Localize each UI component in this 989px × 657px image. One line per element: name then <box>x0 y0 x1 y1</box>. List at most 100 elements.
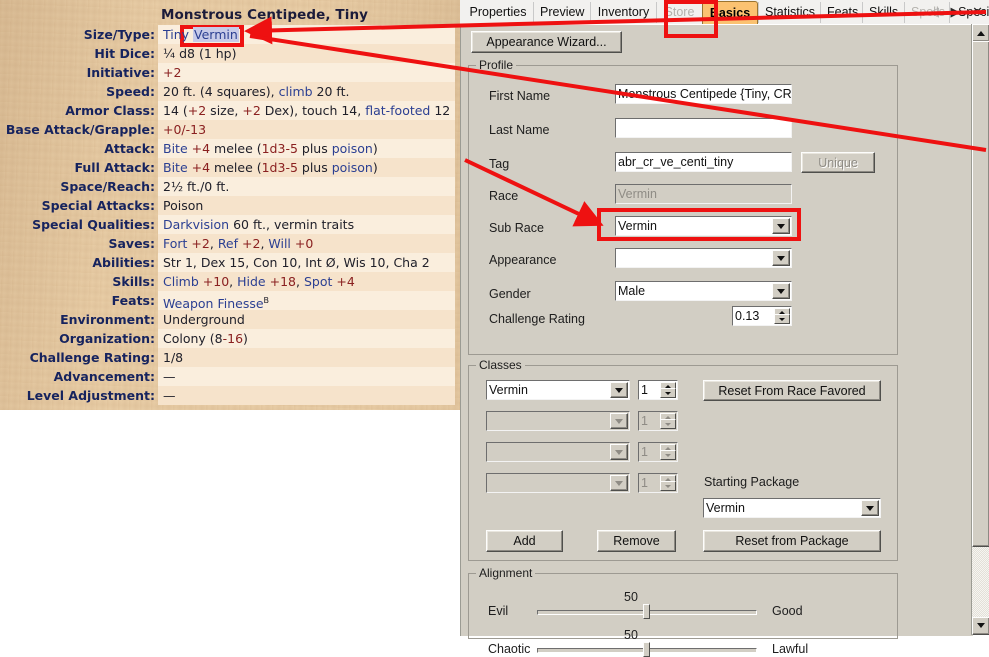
alignment-right-label-1: Good <box>772 604 803 618</box>
stat-row-label: Organization: <box>59 331 155 346</box>
stat-row-value: Colony (8-16) <box>163 331 248 346</box>
stat-row-label: Size/Type: <box>83 27 155 42</box>
creature-editor-panel: Properties Preview Inventory Store Basics Sta… <box>460 0 989 657</box>
tab-skills[interactable]: Skills <box>862 2 904 23</box>
class-combobox-1[interactable]: Vermin <box>486 380 630 400</box>
sub-race-combobox[interactable]: Vermin <box>615 216 792 236</box>
stat-row-label: Skills: <box>112 274 155 289</box>
tab-close-icon[interactable]: ✕ <box>968 2 987 22</box>
race-input: Vermin <box>615 184 792 204</box>
class-combobox-4 <box>486 473 630 493</box>
stat-row-value: Underground <box>163 312 245 327</box>
scroll-up-icon[interactable] <box>972 24 989 42</box>
remove-class-button[interactable]: Remove <box>597 530 676 552</box>
stat-row-value: 2½ ft./0 ft. <box>163 179 230 194</box>
stat-row-label: Hit Dice: <box>94 46 155 61</box>
first-name-input[interactable]: Monstrous Centipede {Tiny, CR 0.1 <box>615 84 792 104</box>
last-name-input[interactable] <box>615 118 792 138</box>
stepper-down-icon <box>660 419 676 429</box>
appearance-wizard-button[interactable]: Appearance Wizard... <box>471 31 622 53</box>
alignment-left-label-2: Chaotic <box>488 642 531 656</box>
starting-package-combobox[interactable]: Vermin <box>703 498 881 518</box>
tab-prev-icon[interactable]: ◁ <box>925 2 943 22</box>
tab-basics[interactable]: Basics <box>702 1 758 24</box>
starting-package-label: Starting Package <box>704 475 800 489</box>
stepper-down-icon[interactable] <box>660 388 676 398</box>
stat-row-label: Abilities: <box>92 255 155 270</box>
add-class-button[interactable]: Add <box>486 530 563 552</box>
stat-row-value: 1/8 <box>163 350 184 365</box>
vertical-scrollbar[interactable] <box>971 24 989 635</box>
stepper-down-icon <box>660 450 676 460</box>
reset-from-package-button[interactable]: Reset from Package <box>703 530 881 552</box>
gender-combobox[interactable]: Male <box>615 281 792 301</box>
class-level-stepper-3: 1 <box>638 442 678 462</box>
last-name-label: Last Name <box>489 123 550 137</box>
class-level-stepper-1[interactable]: 1 <box>638 380 678 400</box>
starting-package-value: Vermin <box>706 501 745 515</box>
stat-row-value: 14 (+2 size, +2 Dex), touch 14, flat-foo… <box>163 103 451 118</box>
class-level-value: 1 <box>641 476 648 490</box>
stat-row: Special Qualities: Darkvision 60 ft., ver… <box>0 215 460 234</box>
stat-row: Level Adjustment: — <box>0 386 460 405</box>
scrollbar-thumb[interactable] <box>972 41 989 547</box>
stat-row-label: Challenge Rating: <box>29 350 155 365</box>
challenge-rating-stepper[interactable]: 0.13 <box>732 306 792 326</box>
chevron-down-icon <box>610 444 628 460</box>
reset-from-race-favored-button[interactable]: Reset From Race Favored <box>703 380 881 401</box>
stat-row-value: — <box>163 369 176 384</box>
chevron-down-icon <box>610 475 628 491</box>
class-combobox-3 <box>486 442 630 462</box>
stat-row-label: Feats: <box>111 293 155 308</box>
alignment-slider-thumb-1[interactable] <box>643 604 650 619</box>
chevron-down-icon[interactable] <box>772 283 790 299</box>
stat-row: Base Attack/Grapple: +0/-13 <box>0 120 460 139</box>
creature-stat-block: Monstrous Centipede, Tiny Size/Type: Tiny… <box>0 0 460 410</box>
stat-block-rows: Size/Type: Tiny Vermin Hit Dice: ¼ d8 (1 hp… <box>0 25 460 405</box>
class-value: Vermin <box>489 383 528 397</box>
stat-row: Full Attack: Bite +4 melee (1d3-5 plus po… <box>0 158 460 177</box>
stat-row-label: Level Adjustment: <box>26 388 155 403</box>
stat-row-label: Speed: <box>106 84 155 99</box>
challenge-rating-value: 0.13 <box>735 309 760 323</box>
appearance-label: Appearance <box>489 253 557 267</box>
stat-row-label: Full Attack: <box>74 160 155 175</box>
stat-row-label: Attack: <box>104 141 155 156</box>
stat-row: Armor Class: 14 (+2 size, +2 Dex), touch … <box>0 101 460 120</box>
class-level-value: 1 <box>641 383 648 397</box>
tag-input[interactable]: abr_cr_ve_centi_tiny <box>615 152 792 172</box>
stat-row-label: Armor Class: <box>65 103 155 118</box>
tab-strip: Properties Preview Inventory Store Basics Sta… <box>460 0 989 25</box>
scroll-down-icon[interactable] <box>972 617 989 635</box>
stepper-down-icon[interactable] <box>774 314 790 324</box>
appearance-combobox[interactable] <box>615 248 792 268</box>
tab-properties[interactable]: Properties <box>463 2 533 23</box>
tab-feats[interactable]: Feats <box>820 2 862 23</box>
stat-row-value: Str 1, Dex 15, Con 10, Int Ø, Wis 10, Ch… <box>163 255 430 270</box>
race-label: Race <box>489 189 519 203</box>
tab-statistics[interactable]: Statistics <box>758 2 820 23</box>
class-combobox-2 <box>486 411 630 431</box>
chevron-down-icon[interactable] <box>772 218 790 234</box>
stat-row-value: Fort +2, Ref +2, Will +0 <box>163 236 314 251</box>
alignment-slider-thumb-2[interactable] <box>643 642 650 657</box>
unique-button[interactable]: Unique <box>801 152 875 173</box>
chevron-down-icon[interactable] <box>772 250 790 266</box>
stat-row-value: Climb +10, Hide +18, Spot +4 <box>163 274 355 289</box>
alignment-group-caption: Alignment <box>476 566 536 580</box>
stat-row: Size/Type: Tiny Vermin <box>0 25 460 44</box>
stat-row-value: Darkvision 60 ft., vermin traits <box>163 217 355 232</box>
tab-store[interactable]: Store <box>656 2 702 23</box>
class-level-stepper-2: 1 <box>638 411 678 431</box>
tab-next-icon[interactable]: ▶ <box>946 2 964 22</box>
tab-preview[interactable]: Preview <box>533 2 590 23</box>
gender-label: Gender <box>489 287 531 301</box>
chevron-down-icon[interactable] <box>861 500 879 516</box>
stat-row: Advancement: — <box>0 367 460 386</box>
tab-inventory[interactable]: Inventory <box>590 2 656 23</box>
stat-row-label: Base Attack/Grapple: <box>5 122 155 137</box>
chevron-down-icon[interactable] <box>610 382 628 398</box>
stat-row: Attack: Bite +4 melee (1d3-5 plus poison) <box>0 139 460 158</box>
chevron-down-icon <box>610 413 628 429</box>
stat-row-label: Special Qualities: <box>32 217 155 232</box>
